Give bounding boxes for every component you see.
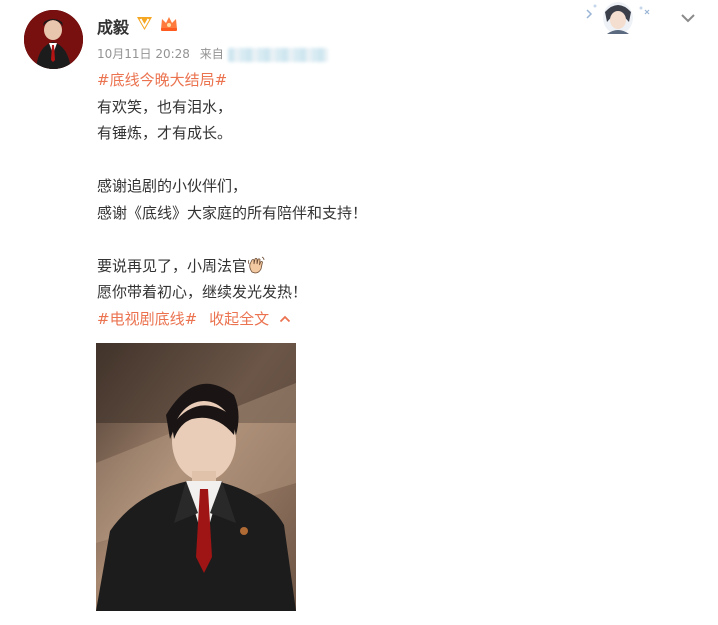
card-decoration — [583, 0, 653, 34]
post-line-text: 要说再见了，小周法官 — [97, 256, 248, 275]
hashtag-link[interactable]: #底线今晚大结局# — [97, 71, 227, 89]
post-line: 感谢《底线》大家庭的所有陪伴和支持！ — [97, 203, 368, 222]
v-badge-icon — [137, 17, 152, 30]
author-name[interactable]: 成毅 — [97, 14, 129, 38]
post-content: #底线今晚大结局# 有欢笑，也有泪水， 有锤炼，才有成长。 感谢追剧的小伙伴们，… — [97, 67, 657, 332]
post-image[interactable] — [96, 343, 296, 611]
waving-hand-icon — [248, 256, 265, 273]
portrait-photo — [96, 343, 296, 611]
post-line: 愿你带着初心，继续发光发热！ — [97, 283, 308, 301]
avatar[interactable] — [24, 10, 83, 69]
post-line: 有欢笑，也有泪水， — [97, 97, 233, 116]
post-meta: 10月11日 20:28 来自 — [97, 45, 328, 62]
post-line-with-emoji: 要说再见了，小周法官 — [97, 253, 657, 280]
avatar-image — [24, 10, 83, 69]
chevron-down-icon[interactable] — [680, 12, 696, 24]
crown-icon[interactable] — [159, 15, 179, 32]
hashtag-link[interactable]: #电视剧底线# — [97, 310, 197, 328]
post-line: 感谢追剧的小伙伴们， — [97, 177, 248, 195]
source-prefix: 来自 — [199, 47, 224, 61]
collapse-text-button[interactable]: 收起全文 — [209, 310, 269, 328]
chevron-up-icon[interactable] — [279, 314, 291, 324]
source-blurred — [227, 47, 328, 62]
post-date[interactable]: 10月11日 20:28 — [97, 47, 190, 61]
post-line: 有锤炼，才有成长。 — [97, 124, 233, 142]
